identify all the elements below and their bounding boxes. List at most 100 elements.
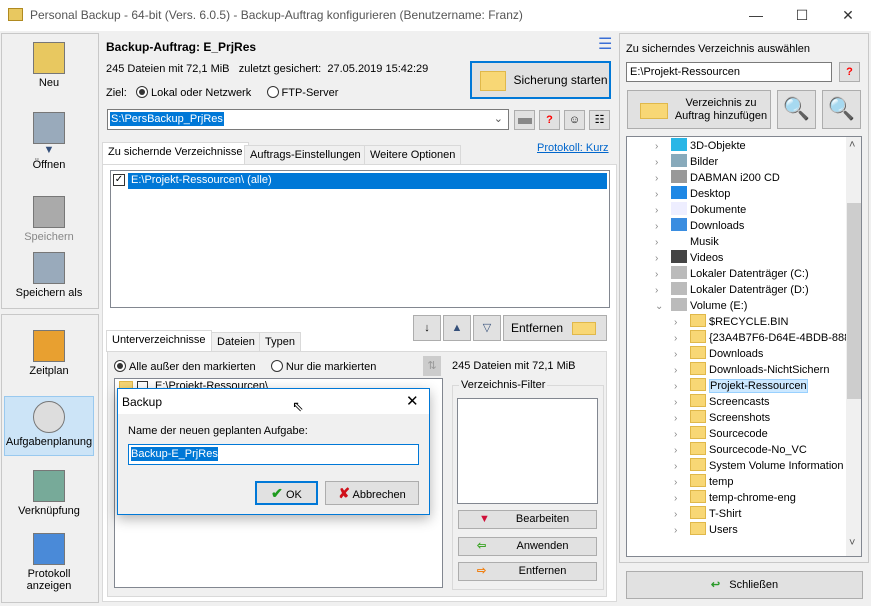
- cancel-button[interactable]: ✘ Abbrechen: [325, 481, 419, 505]
- tree-item[interactable]: › Projekt-Ressourcen: [627, 378, 846, 394]
- tree-item[interactable]: › Screencasts: [627, 394, 846, 410]
- directory-list[interactable]: ✓ E:\Projekt-Ressourcen\ (alle): [110, 170, 610, 308]
- chevron-right-icon[interactable]: ›: [655, 283, 665, 299]
- chevron-down-icon[interactable]: ⌄: [655, 299, 665, 315]
- tree-item[interactable]: › temp: [627, 474, 846, 490]
- selected-path-input[interactable]: E:\Projekt-Ressourcen: [626, 62, 832, 82]
- drive-button[interactable]: [514, 110, 535, 130]
- chevron-right-icon[interactable]: ›: [674, 315, 684, 331]
- chevron-right-icon[interactable]: ›: [674, 411, 684, 427]
- scroll-thumb[interactable]: [847, 203, 861, 399]
- move-down-button[interactable]: ▽: [473, 315, 501, 341]
- tree-item[interactable]: › Sourcecode: [627, 426, 846, 442]
- move-up-button[interactable]: ▲: [443, 315, 471, 341]
- tree-item[interactable]: › Downloads: [627, 346, 846, 362]
- maximize-button[interactable]: ☐: [779, 0, 825, 31]
- start-backup-button[interactable]: Sicherung starten: [470, 61, 611, 99]
- chevron-right-icon[interactable]: ›: [655, 235, 665, 251]
- tree-item[interactable]: › Musik: [627, 234, 846, 250]
- dialog-close-icon[interactable]: ✕: [406, 392, 419, 410]
- tree-item[interactable]: › Users: [627, 522, 846, 538]
- edit-filter-button[interactable]: ▼ Bearbeiten: [458, 510, 597, 529]
- subtab-types[interactable]: Typen: [259, 332, 301, 352]
- chevron-right-icon[interactable]: ›: [655, 203, 665, 219]
- chevron-right-icon[interactable]: ›: [655, 155, 665, 171]
- apply-filter-button[interactable]: ⇦ Anwenden: [458, 537, 597, 556]
- scroll-up-icon[interactable]: ˄: [849, 139, 855, 151]
- sidebar-item-neu[interactable]: Neu: [4, 42, 94, 89]
- tree-item[interactable]: › {23A4B7F6-D64E-4BDB-888E: [627, 330, 858, 347]
- tree-item[interactable]: › System Volume Information: [627, 458, 846, 474]
- chevron-right-icon[interactable]: ›: [655, 139, 665, 155]
- remove-filter-button[interactable]: ⇨ Entfernen: [458, 562, 597, 581]
- tree-view-button[interactable]: ☷: [589, 110, 610, 130]
- tab-directories[interactable]: Zu sichernde Verzeichnisse: [102, 142, 249, 164]
- directory-item[interactable]: E:\Projekt-Ressourcen\ (alle): [128, 173, 607, 189]
- sidebar-item-aufgabenplanung[interactable]: Aufgabenplanung: [4, 396, 94, 456]
- chevron-right-icon[interactable]: ›: [655, 187, 665, 203]
- tree-scrollbar[interactable]: ˄ ˅: [846, 137, 861, 556]
- close-button[interactable]: ✕: [825, 0, 871, 31]
- chevron-right-icon[interactable]: ›: [655, 267, 665, 283]
- ok-button[interactable]: ✔ OK: [255, 481, 318, 505]
- tab-more-options[interactable]: Weitere Optionen: [364, 145, 462, 165]
- tree-item[interactable]: › temp-chrome-eng: [627, 490, 846, 506]
- tree-item[interactable]: › Lokaler Datenträger (D:): [627, 282, 846, 298]
- refresh-button[interactable]: ⇅: [423, 356, 441, 376]
- target-path-combobox[interactable]: S:\PersBackup_PrjRes ⌄: [107, 109, 509, 130]
- chevron-right-icon[interactable]: ›: [655, 219, 665, 235]
- chevron-right-icon[interactable]: ›: [674, 507, 684, 523]
- minimize-button[interactable]: —: [733, 0, 779, 31]
- path-help-button[interactable]: ?: [839, 62, 860, 82]
- tree-item[interactable]: › Sourcecode-No_VC: [627, 442, 846, 458]
- sidebar-item-öffnen[interactable]: ▼ Öffnen: [4, 112, 94, 171]
- tree-item[interactable]: › Desktop: [627, 186, 846, 202]
- tab-job-settings[interactable]: Auftrags-Einstellungen: [244, 145, 367, 165]
- sidebar-item-protokoll-anzeigen[interactable]: Protokoll anzeigen: [4, 533, 94, 592]
- add-directory-button[interactable]: Verzeichnis zu Auftrag hinzufügen: [627, 90, 771, 129]
- target-ftp-radio[interactable]: FTP-Server: [266, 86, 338, 99]
- chevron-right-icon[interactable]: ›: [674, 347, 684, 363]
- protocol-link[interactable]: Protokoll: Kurz: [537, 142, 609, 154]
- tree-item[interactable]: › T-Shirt: [627, 506, 846, 522]
- tree-item[interactable]: › Bilder: [627, 154, 846, 170]
- tree-item[interactable]: › Screenshots: [627, 410, 846, 426]
- scroll-down-icon[interactable]: ˅: [849, 537, 855, 549]
- remove-directory-button[interactable]: Entfernen: [503, 315, 607, 341]
- chevron-right-icon[interactable]: ›: [674, 331, 684, 347]
- folder-tree[interactable]: › 3D-Objekte › Bilder › DABMAN i200 CD › Deskto…: [626, 136, 862, 557]
- all-except-radio[interactable]: Alle außer den markierten: [114, 360, 256, 373]
- tree-item[interactable]: › Downloads: [627, 218, 846, 234]
- search-file-button[interactable]: 🔍: [822, 90, 861, 129]
- filter-list[interactable]: [457, 398, 598, 504]
- sidebar-item-zeitplan[interactable]: Zeitplan: [4, 330, 94, 377]
- chevron-right-icon[interactable]: ›: [674, 363, 684, 379]
- chevron-right-icon[interactable]: ›: [674, 427, 684, 443]
- only-marked-radio[interactable]: Nur die markierten: [270, 360, 376, 373]
- chevron-right-icon[interactable]: ›: [674, 523, 684, 539]
- user-button[interactable]: ☺: [564, 110, 585, 130]
- task-name-input[interactable]: Backup-E_PrjRes: [128, 444, 419, 465]
- close-panel-button[interactable]: ↩ Schließen: [626, 571, 863, 599]
- tree-item[interactable]: › Downloads-NichtSichern: [627, 362, 846, 378]
- menu-icon[interactable]: ☰: [598, 37, 612, 53]
- target-local-radio[interactable]: Lokal oder Netzwerk: [135, 86, 251, 99]
- tree-item[interactable]: › Videos: [627, 250, 846, 266]
- subtab-subdirectories[interactable]: Unterverzeichnisse: [106, 330, 212, 352]
- sidebar-item-speichern-als[interactable]: Speichern als: [4, 252, 94, 299]
- chevron-right-icon[interactable]: ›: [674, 379, 684, 395]
- chevron-right-icon[interactable]: ›: [655, 251, 665, 267]
- chevron-right-icon[interactable]: ›: [674, 475, 684, 491]
- checkbox[interactable]: ✓: [113, 174, 125, 186]
- tree-item[interactable]: ⌄ Volume (E:): [627, 298, 846, 314]
- chevron-right-icon[interactable]: ›: [655, 171, 665, 187]
- tree-item[interactable]: › $RECYCLE.BIN: [627, 314, 846, 330]
- chevron-right-icon[interactable]: ›: [674, 443, 684, 459]
- chevron-right-icon[interactable]: ›: [674, 395, 684, 411]
- tree-item[interactable]: › 3D-Objekte: [627, 138, 846, 154]
- tree-item[interactable]: › Lokaler Datenträger (C:): [627, 266, 846, 282]
- tree-item[interactable]: › DABMAN i200 CD: [627, 170, 846, 186]
- sidebar-item-speichern[interactable]: Speichern: [4, 196, 94, 243]
- search-folder-button[interactable]: 🔍: [777, 90, 816, 129]
- chevron-right-icon[interactable]: ›: [674, 459, 684, 475]
